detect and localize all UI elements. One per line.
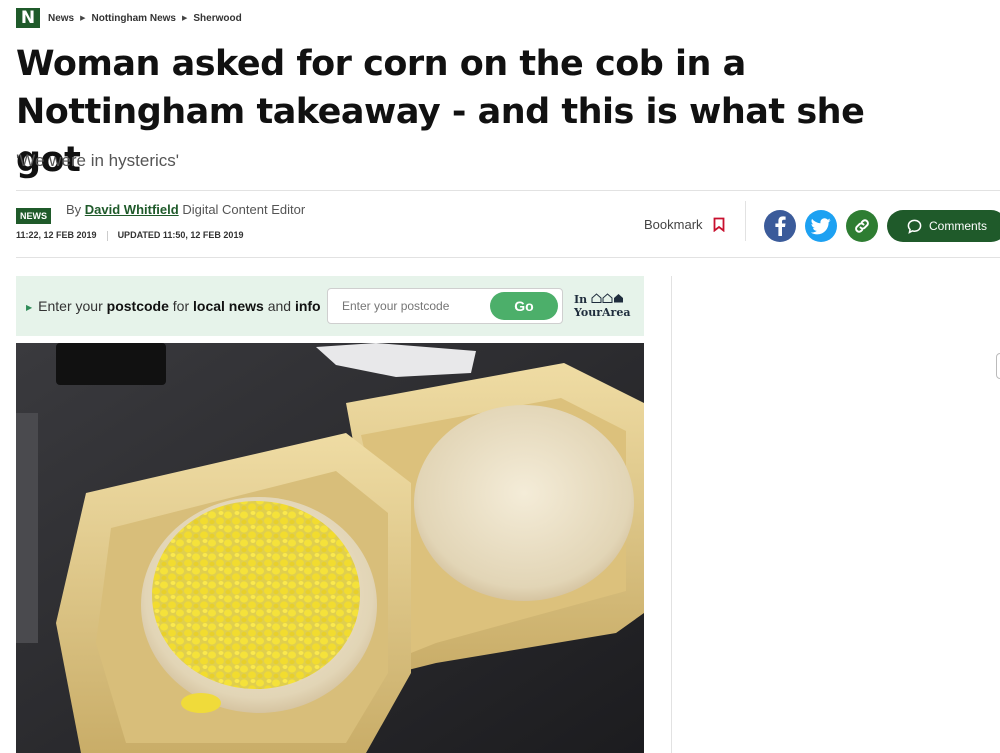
inyourarea-logo[interactable]: In YourArea: [574, 293, 630, 319]
comments-label: Comments: [928, 219, 987, 233]
takeaway-box-photo: [16, 343, 644, 753]
facebook-icon: [775, 216, 786, 236]
article-main-image[interactable]: [16, 343, 644, 753]
postcode-promo: ▶ Enter your postcode for local news and …: [16, 276, 644, 336]
house-icons: [591, 293, 623, 303]
article-dates: 11:22, 12 FEB 2019 UPDATED 11:50, 12 FEB …: [16, 230, 243, 241]
breadcrumb-sherwood[interactable]: Sherwood: [193, 13, 241, 24]
updated-date: UPDATED 11:50, 12 FEB 2019: [117, 230, 244, 240]
chevron-right-icon: ▶: [80, 15, 86, 22]
article-standfirst: 'We were in hysterics': [16, 151, 180, 170]
actions-divider: [745, 201, 746, 241]
twitter-share-button[interactable]: [805, 210, 837, 242]
site-logo[interactable]: N: [16, 8, 40, 28]
author-link[interactable]: David Whitfield: [85, 202, 179, 217]
inyourarea-logo-top: In: [574, 293, 630, 306]
link-icon: [855, 219, 869, 233]
breadcrumb: N News ▶ Nottingham News ▶ Sherwood: [16, 8, 242, 28]
bookmark-label: Bookmark: [644, 217, 703, 232]
comments-button[interactable]: Comments: [887, 210, 1000, 242]
sidebar-divider: [671, 276, 672, 753]
facebook-share-button[interactable]: [764, 210, 796, 242]
twitter-icon: [811, 217, 831, 234]
chevron-right-icon: ▶: [181, 15, 188, 22]
go-button[interactable]: Go: [490, 292, 558, 320]
date-divider: [106, 230, 108, 241]
comment-bubble-icon: [907, 219, 922, 234]
byline: By David Whitfield Digital Content Edito…: [66, 202, 305, 217]
bookmark-icon: [713, 217, 724, 232]
byline-prefix: By: [66, 202, 82, 217]
sidebar-scroll-handle[interactable]: [996, 353, 1000, 379]
news-badge[interactable]: NEWS: [16, 208, 51, 224]
breadcrumb-news[interactable]: News: [48, 13, 74, 24]
breadcrumb-nottingham-news[interactable]: Nottingham News: [92, 13, 176, 24]
bookmark-button[interactable]: Bookmark: [644, 217, 725, 232]
published-date: 11:22, 12 FEB 2019: [16, 230, 97, 240]
arrow-right-icon: ▶: [26, 302, 33, 312]
copy-link-button[interactable]: [846, 210, 878, 242]
article-meta: NEWS By David Whitfield Digital Content …: [16, 190, 1000, 258]
promo-text: ▶ Enter your postcode for local news and …: [26, 298, 321, 314]
inyourarea-logo-bottom: YourArea: [574, 306, 631, 319]
postcode-form: Go: [327, 288, 563, 324]
postcode-input[interactable]: [329, 290, 484, 322]
author-role: Digital Content Editor: [182, 202, 306, 217]
